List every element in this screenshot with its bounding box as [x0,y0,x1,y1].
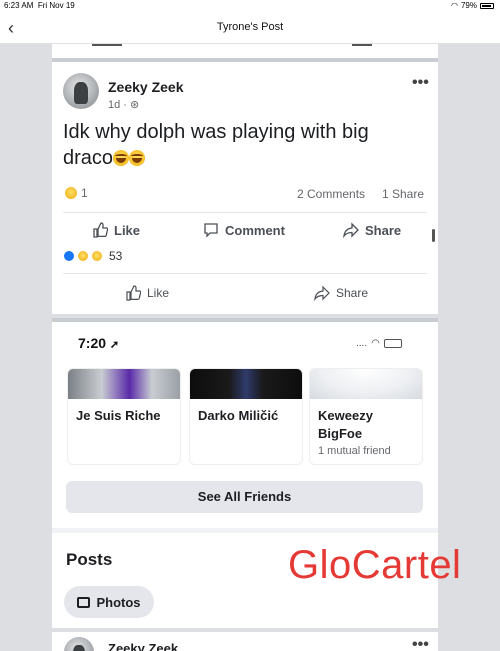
comment-icon [204,223,218,238]
like-button[interactable]: Like [92,222,140,238]
author-avatar[interactable] [63,73,99,109]
post-time: 1d · [108,99,131,111]
reaction-count: 1 [81,186,88,200]
globe-icon: ⊛ [130,99,140,111]
status-time-date: 6:23 AM Fri Nov 19 [4,1,75,10]
photos-button[interactable]: Photos [64,586,154,618]
reactions-summary[interactable]: 1 [64,186,88,200]
wow-reaction-icon [77,250,89,262]
post-author[interactable]: Zeeky Zeek [108,79,184,95]
friend-name: Keweezy BigFoe [318,408,373,441]
laughing-emoji-icon [113,150,130,166]
thumbs-up-icon [93,222,108,238]
comment-button[interactable]: Comment [203,222,285,238]
shared-like-label: Like [147,286,170,300]
battery-icon [480,2,494,9]
more-options-icon[interactable]: ••• [412,74,429,92]
location-arrow-icon: ➚ [109,339,120,351]
divider [52,628,438,632]
friend-name: Darko Miličić [198,408,279,423]
scroll-indicator [432,229,435,242]
page-title: Tyrone's Post [216,21,284,33]
shared-share-label: Share [336,286,369,300]
wifi-icon: ◠ [371,338,380,349]
friend-photo [68,369,180,399]
watermark: GloCartel [288,543,462,587]
friend-photo [190,369,302,399]
friend-card[interactable]: Darko Miličić [189,368,303,465]
post-text-line-2: draco [63,145,369,171]
previous-content-sliver [52,44,438,58]
share-icon [343,222,359,238]
friend-card[interactable]: Keweezy BigFoe 1 mutual friend [309,368,423,465]
shared-reactions-summary[interactable]: 53 [63,249,122,263]
post-text: Idk why dolph was playing with big draco [63,119,369,171]
shared-reaction-count: 53 [109,249,123,263]
status-right: ◠ 79% [451,1,494,10]
like-reaction-icon [63,250,75,262]
haha-reaction-icon [91,250,103,262]
thumbs-up-icon [126,285,141,301]
post-text-draco: draco [63,147,114,169]
photos-label: Photos [96,594,141,610]
friend-card[interactable]: Je Suis Riche [67,368,181,465]
friend-name: Je Suis Riche [76,408,161,423]
phone-status-icons: .... ◠ [356,338,402,349]
post-text-line-1: Idk why dolph was playing with big [63,121,369,143]
wifi-icon: ◠ [451,1,458,10]
phone-time-text: 7:20 [78,335,107,351]
phone-time: 7:20 ➚ [78,335,119,351]
divider [63,273,427,274]
divider [63,212,427,213]
shared-share-button[interactable]: Share [314,285,368,301]
shares-count[interactable]: 1 Share [382,187,424,201]
more-options-icon[interactable]: ••• [412,636,429,651]
battery-icon [383,339,402,348]
nav-bar: ‹ Tyrone's Post [0,12,500,44]
share-icon [314,285,330,301]
post-meta: 1d · ⊛ [108,98,139,111]
signal-icon: .... [356,338,368,349]
status-bar: 6:23 AM Fri Nov 19 ◠ 79% [0,0,500,12]
share-button[interactable]: Share [343,222,401,238]
haha-reaction-icon [64,186,78,200]
photo-icon [77,596,91,608]
comment-label: Comment [225,222,285,238]
shared-like-button[interactable]: Like [125,285,169,301]
mutual-friends: 1 mutual friend [318,445,391,457]
comments-count[interactable]: 2 Comments [297,187,365,201]
friend-photo [310,369,422,399]
next-post-author[interactable]: Zeeky Zeek [108,641,178,651]
laughing-emoji-icon [129,150,146,166]
share-label: Share [365,222,402,238]
see-all-friends-button[interactable]: See All Friends [66,481,423,513]
like-label: Like [114,222,141,238]
screen: 6:23 AM Fri Nov 19 ◠ 79% ‹ Tyrone's Post… [0,0,500,651]
posts-heading: Posts [66,550,113,569]
battery-percent: 79% [460,1,477,10]
